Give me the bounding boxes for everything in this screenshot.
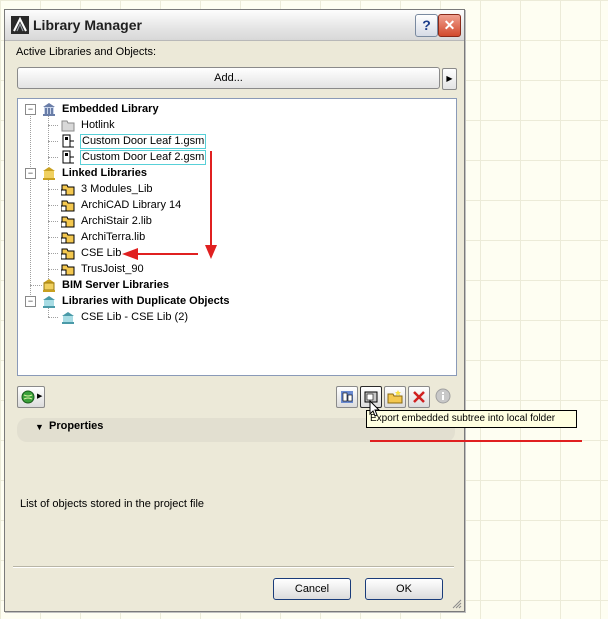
close-button[interactable]: ✕: [438, 14, 461, 37]
divider: [13, 566, 454, 568]
mouse-cursor-icon: [369, 400, 381, 417]
library-tree[interactable]: − − − Embedded Library Hotlink Custom Do…: [17, 98, 457, 376]
remove-button[interactable]: [408, 386, 430, 408]
add-button[interactable]: Add...: [17, 67, 440, 89]
title-bar[interactable]: Library Manager ? ✕: [5, 10, 464, 41]
library-manager-window: Library Manager ? ✕ Active Libraries and…: [4, 9, 465, 612]
section-label: Active Libraries and Objects:: [16, 46, 157, 58]
annotation-underline: [370, 440, 582, 442]
info-button[interactable]: [433, 386, 453, 406]
archicad-logo-icon: [11, 16, 29, 34]
info-icon: [435, 388, 451, 404]
add-menu-arrow-button[interactable]: ▶: [442, 68, 457, 90]
window-title: Library Manager: [33, 17, 142, 33]
new-folder-button[interactable]: [384, 386, 406, 408]
properties-label: Properties: [49, 420, 104, 432]
description-text: List of objects stored in the project fi…: [20, 498, 205, 510]
library-options-button[interactable]: ▶: [17, 386, 45, 408]
tooltip: Export embedded subtree into local folde…: [366, 410, 577, 428]
cancel-button[interactable]: Cancel: [273, 578, 351, 600]
embed-button[interactable]: [336, 386, 358, 408]
delete-x-icon: [413, 391, 425, 403]
resize-grip-icon[interactable]: [452, 599, 462, 609]
help-button[interactable]: ?: [415, 14, 438, 37]
ok-button[interactable]: OK: [365, 578, 443, 600]
globe-icon: [21, 390, 35, 404]
new-folder-icon: [387, 390, 403, 404]
annotation-arrows: [122, 151, 217, 260]
disclosure-triangle-icon: ▼: [35, 422, 44, 432]
embed-object-icon: [341, 391, 353, 403]
